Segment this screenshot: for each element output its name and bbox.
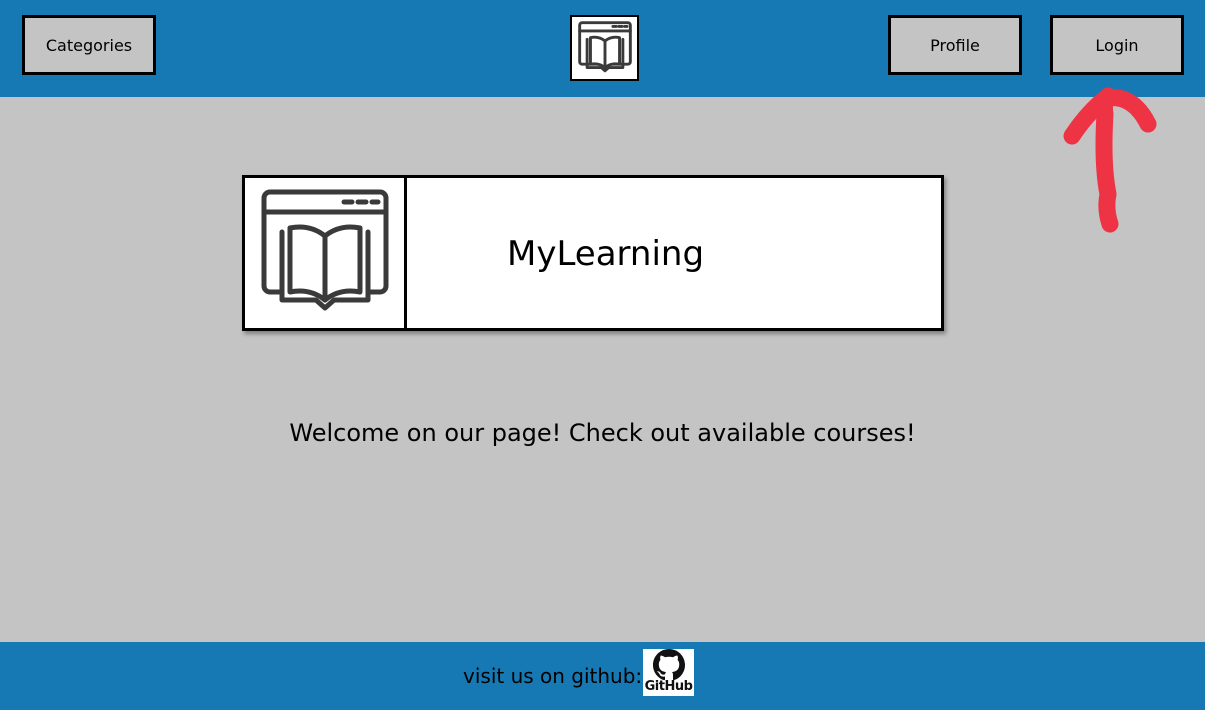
red-arrow-up-icon bbox=[1063, 87, 1157, 233]
categories-button[interactable]: Categories bbox=[22, 15, 156, 75]
hero-banner: MyLearning bbox=[242, 175, 944, 331]
github-label: GitHub bbox=[644, 679, 693, 694]
github-link[interactable]: GitHub bbox=[643, 649, 694, 696]
header: Categories Profile Login bbox=[0, 0, 1205, 97]
site-title: MyLearning bbox=[507, 234, 705, 274]
hero-logo bbox=[245, 178, 407, 328]
footer-text: visit us on github: bbox=[463, 664, 643, 688]
login-button[interactable]: Login bbox=[1050, 15, 1184, 75]
profile-button[interactable]: Profile bbox=[888, 15, 1022, 75]
page: Categories Profile Login MyLearning Welc… bbox=[0, 0, 1205, 710]
footer: visit us on github: GitHub bbox=[0, 642, 1205, 710]
welcome-text: Welcome on our page! Check out available… bbox=[289, 419, 916, 447]
github-icon bbox=[652, 649, 685, 681]
book-browser-icon bbox=[577, 21, 632, 73]
book-browser-icon bbox=[261, 189, 388, 311]
header-logo[interactable] bbox=[570, 15, 639, 81]
